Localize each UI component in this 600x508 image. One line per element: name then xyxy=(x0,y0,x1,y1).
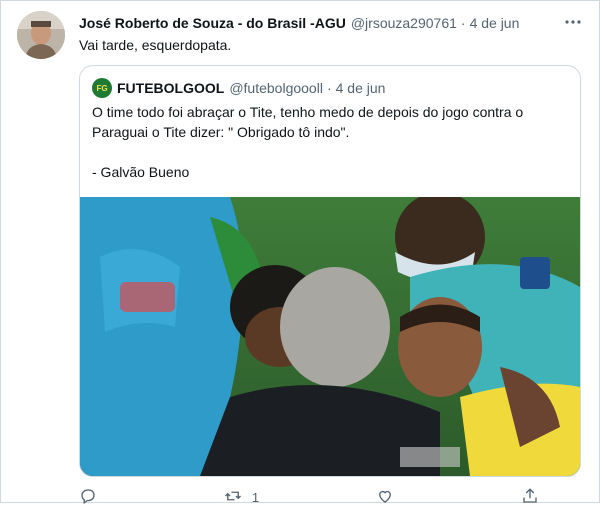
tweet-header: José Roberto de Souza - do Brasil -AGU @… xyxy=(79,12,583,34)
like-icon xyxy=(376,487,394,508)
quoted-author-handle[interactable]: @futebolgoooll xyxy=(229,80,323,96)
reply-button[interactable] xyxy=(79,487,107,508)
tweet-text: Vai tarde, esquerdopata. xyxy=(79,37,232,53)
tweet-timestamp[interactable]: 4 de jun xyxy=(470,15,520,31)
author-avatar[interactable] xyxy=(17,11,65,59)
quoted-tweet-timestamp[interactable]: 4 de jun xyxy=(336,80,386,96)
reply-icon xyxy=(79,487,97,508)
share-icon xyxy=(521,487,539,508)
retweet-count: 1 xyxy=(251,489,260,505)
separator-dot: · xyxy=(326,80,332,96)
author-name[interactable]: José Roberto de Souza - do Brasil -AGU xyxy=(79,15,346,31)
quoted-tweet-photo[interactable] xyxy=(80,197,580,476)
quoted-author-name[interactable]: FUTEBOLGOOL xyxy=(117,80,224,96)
quoted-text-paragraph: O time todo foi abraçar o Tite, tenho me… xyxy=(92,104,524,140)
quoted-text-attribution: - Galvão Bueno xyxy=(92,164,190,180)
retweet-icon xyxy=(224,487,242,508)
more-horizontal-icon[interactable] xyxy=(563,12,583,32)
photo-illustration xyxy=(80,197,580,476)
retweet-button[interactable]: 1 xyxy=(224,487,259,508)
quoted-tweet[interactable]: FG FUTEBOLGOOL @futebolgoooll · 4 de jun… xyxy=(79,65,581,477)
author-handle[interactable]: @jrsouza290761 xyxy=(351,15,457,31)
tweet-actions: 1 xyxy=(79,487,549,507)
avatar-photo xyxy=(17,11,65,59)
quoted-tweet-text: O time todo foi abraçar o Tite, tenho me… xyxy=(92,102,568,182)
separator-dot: · xyxy=(460,15,466,31)
quoted-tweet-header: FG FUTEBOLGOOL @futebolgoooll · 4 de jun xyxy=(92,78,385,98)
quoted-author-avatar[interactable]: FG xyxy=(92,78,112,98)
share-button[interactable] xyxy=(521,487,549,508)
like-button[interactable] xyxy=(376,487,404,508)
